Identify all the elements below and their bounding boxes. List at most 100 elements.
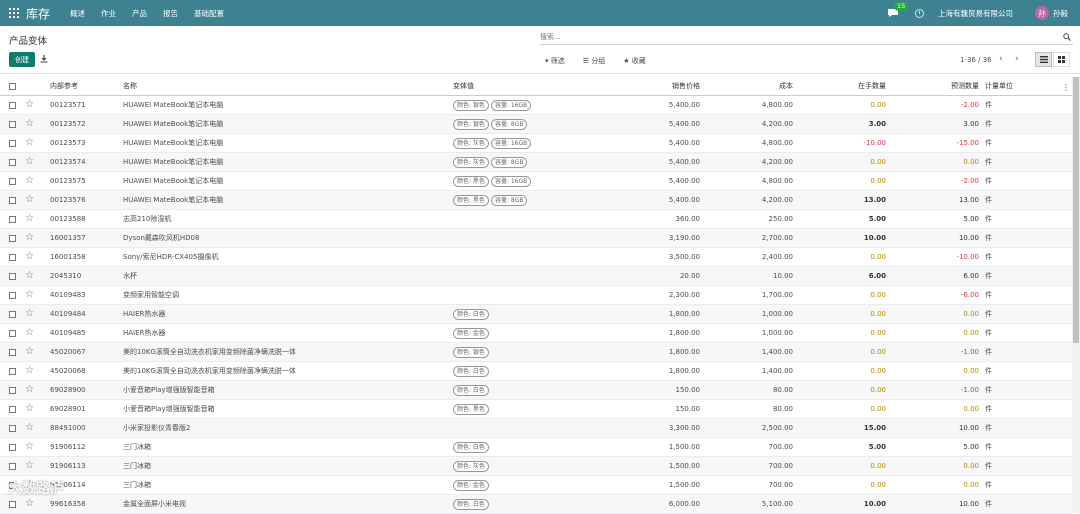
row-checkbox[interactable] <box>9 292 16 299</box>
row-checkbox[interactable] <box>9 368 16 375</box>
table-row[interactable]: ☆ 40109484 HAIER热水器 颜色: 白色 1,800.00 1,000.00 0… <box>0 305 1072 324</box>
search-icon[interactable] <box>1063 33 1071 41</box>
table-row[interactable]: ☆ 40109485 HAIER热水器 颜色: 金色 1,800.00 1,000.00 0… <box>0 324 1072 343</box>
row-checkbox[interactable] <box>9 102 16 109</box>
header-uom[interactable]: 计量单位 <box>985 77 1013 96</box>
menu-configuration[interactable]: 基础配置 <box>194 8 224 19</box>
row-checkbox[interactable] <box>9 273 16 280</box>
favorite-star-icon[interactable]: ☆ <box>25 403 34 415</box>
row-checkbox[interactable] <box>9 197 16 204</box>
row-checkbox[interactable] <box>9 121 16 128</box>
row-checkbox[interactable] <box>9 235 16 242</box>
table-row[interactable]: ☆ 00123571 HUAWEI MateBook笔记本电脑 颜色: 银色 容量: 1… <box>0 96 1072 115</box>
row-checkbox[interactable] <box>9 501 16 508</box>
table-row[interactable]: ☆ 91906113 三门冰箱 颜色: 灰色 1,500.00 700.00 0.00 0.0… <box>0 457 1072 476</box>
table-row[interactable]: ☆ 99616358 金属全面屏小米电视 颜色: 白色 6,000.00 5,100.00… <box>0 495 1072 514</box>
pager-value[interactable]: 1-36 / 36 <box>960 56 992 64</box>
favorite-star-icon[interactable]: ☆ <box>25 156 34 168</box>
select-all-checkbox[interactable] <box>9 83 16 90</box>
header-forecast[interactable]: 预测数量 <box>951 77 979 96</box>
table-row[interactable]: ☆ 16001357 Dyson戴森吹风机HD08 3,190.00 2,700.00 1… <box>0 229 1072 248</box>
row-checkbox[interactable] <box>9 349 16 356</box>
company-switcher[interactable]: 上海有魏贸易有限公司 <box>938 8 1013 19</box>
list-view-button[interactable] <box>1035 52 1052 67</box>
table-row[interactable]: ☆ 00123575 HUAWEI MateBook笔记本电脑 颜色: 黑色 容量: 1… <box>0 172 1072 191</box>
row-checkbox[interactable] <box>9 178 16 185</box>
favorite-star-icon[interactable]: ☆ <box>25 137 34 149</box>
table-row[interactable]: ☆ 45020067 美的10KG滚筒全自动洗衣机家用变频除菌净螨洗脱一体 颜色: 银… <box>0 343 1072 362</box>
favorite-star-icon[interactable]: ☆ <box>25 118 34 130</box>
header-onhand[interactable]: 在手数量 <box>858 77 886 96</box>
favorite-star-icon[interactable]: ☆ <box>25 194 34 206</box>
row-checkbox[interactable] <box>9 216 16 223</box>
favorite-star-icon[interactable]: ☆ <box>25 327 34 339</box>
header-ref[interactable]: 内部参考 <box>50 77 78 96</box>
pager-next-icon[interactable]: › <box>1015 54 1019 64</box>
table-row[interactable]: ☆ 00123574 HUAWEI MateBook笔记本电脑 颜色: 灰色 容量: 8… <box>0 153 1072 172</box>
table-row[interactable]: ☆ 45020068 美的10KG滚筒全自动洗衣机家用变频除菌净螨洗脱一体 颜色: 白… <box>0 362 1072 381</box>
chat-icon[interactable]: 15 <box>887 2 909 18</box>
favorite-star-icon[interactable]: ☆ <box>25 99 34 111</box>
table-row[interactable]: ☆ 00123588 志高210除湿机 360.00 250.00 5.00 5.00 件 <box>0 210 1072 229</box>
row-checkbox[interactable] <box>9 254 16 261</box>
favorite-star-icon[interactable]: ☆ <box>25 441 34 453</box>
favorite-star-icon[interactable]: ☆ <box>25 460 34 472</box>
header-price[interactable]: 销售价格 <box>672 77 700 96</box>
table-row[interactable]: ☆ 40109483 变频家用智能空调 2,300.00 1,700.00 0.00 -6.… <box>0 286 1072 305</box>
menu-overview[interactable]: 概述 <box>70 8 85 19</box>
row-checkbox[interactable] <box>9 463 16 470</box>
table-row[interactable]: ☆ 69028901 小爱音箱Play增强版智能音箱 颜色: 黑色 150.00 80.0… <box>0 400 1072 419</box>
row-checkbox[interactable] <box>9 444 16 451</box>
table-row[interactable]: ☆ 91906112 三门冰箱 颜色: 白色 1,500.00 700.00 5.00 5.0… <box>0 438 1072 457</box>
header-variants[interactable]: 变体值 <box>453 77 474 96</box>
favorite-star-icon[interactable]: ☆ <box>25 175 34 187</box>
table-row[interactable]: ☆ 00123576 HUAWEI MateBook笔记本电脑 颜色: 黑色 容量: 8… <box>0 191 1072 210</box>
apps-menu-icon[interactable] <box>9 8 19 18</box>
row-checkbox[interactable] <box>9 311 16 318</box>
optional-columns-icon[interactable]: ⋮ <box>1062 83 1070 92</box>
scrollbar-thumb[interactable] <box>1073 77 1079 343</box>
favorite-star-icon[interactable]: ☆ <box>25 213 34 225</box>
favorite-star-icon[interactable]: ☆ <box>25 384 34 396</box>
row-checkbox[interactable] <box>9 140 16 147</box>
favorite-star-icon[interactable]: ☆ <box>25 251 34 263</box>
row-checkbox[interactable] <box>9 387 16 394</box>
pager-previous-icon[interactable]: ‹ <box>999 54 1003 64</box>
header-cost[interactable]: 成本 <box>779 77 793 96</box>
table-row[interactable]: ☆ 91906114 三门冰箱 颜色: 金色 1,500.00 700.00 0.00 0.0… <box>0 476 1072 495</box>
table-row[interactable]: ☆ 69028900 小爱音箱Play增强版智能音箱 颜色: 白色 150.00 80.0… <box>0 381 1072 400</box>
app-brand[interactable]: 库存 <box>26 5 50 22</box>
favorite-star-icon[interactable]: ☆ <box>25 365 34 377</box>
table-row[interactable]: ☆ 16001358 Sony/索尼HDR-CX405摄像机 3,500.00 2,40… <box>0 248 1072 267</box>
favorite-star-icon[interactable]: ☆ <box>25 289 34 301</box>
row-checkbox[interactable] <box>9 406 16 413</box>
user-avatar[interactable]: 孙 <box>1035 6 1049 20</box>
favorite-star-icon[interactable]: ☆ <box>25 308 34 320</box>
user-menu[interactable]: 孙毅 <box>1053 8 1068 19</box>
row-checkbox[interactable] <box>9 159 16 166</box>
favorite-star-icon[interactable]: ☆ <box>25 498 34 510</box>
table-row[interactable]: ☆ 00123573 HUAWEI MateBook笔记本电脑 颜色: 灰色 容量: 1… <box>0 134 1072 153</box>
favorites-button[interactable]: ★ 收藏 <box>623 56 655 66</box>
filter-button[interactable]: ▾ 筛选 <box>545 56 574 66</box>
search-input[interactable] <box>540 33 1040 41</box>
header-name[interactable]: 名称 <box>123 77 137 96</box>
table-row[interactable]: ☆ 2045310 水杯 20.00 10.00 6.00 6.00 件 <box>0 267 1072 286</box>
vertical-scrollbar[interactable] <box>1072 77 1080 513</box>
favorite-star-icon[interactable]: ☆ <box>25 232 34 244</box>
row-checkbox[interactable] <box>9 330 16 337</box>
download-icon[interactable] <box>40 55 48 63</box>
row-checkbox[interactable] <box>9 425 16 432</box>
menu-reporting[interactable]: 报告 <box>163 8 178 19</box>
favorite-star-icon[interactable]: ☆ <box>25 422 34 434</box>
create-button[interactable]: 创建 <box>9 52 35 67</box>
menu-products[interactable]: 产品 <box>132 8 147 19</box>
groupby-button[interactable]: ☰ 分组 <box>583 56 615 66</box>
favorite-star-icon[interactable]: ☆ <box>25 346 34 358</box>
menu-operations[interactable]: 作业 <box>101 8 116 19</box>
table-row[interactable]: ☆ 88491000 小米家投影仪青春版2 3,300.00 2,500.00 15.00… <box>0 419 1072 438</box>
table-row[interactable]: ☆ 00123572 HUAWEI MateBook笔记本电脑 颜色: 银色 容量: 8… <box>0 115 1072 134</box>
favorite-star-icon[interactable]: ☆ <box>25 270 34 282</box>
activity-clock-icon[interactable] <box>915 8 924 18</box>
kanban-view-button[interactable] <box>1053 52 1070 67</box>
